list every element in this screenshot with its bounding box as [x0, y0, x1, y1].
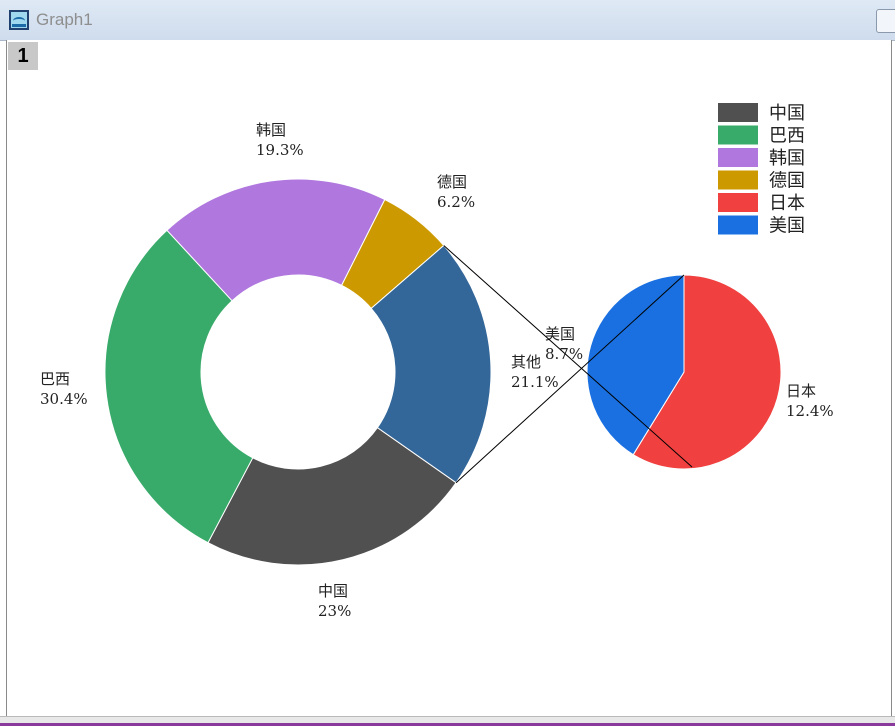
- ring-brazil-label: 巴西 30.4%: [40, 370, 88, 408]
- legend-label-china: 中国: [769, 103, 805, 124]
- legend-label-korea: 韩国: [769, 148, 805, 169]
- ring-germany-label: 德国 6.2%: [437, 173, 475, 211]
- legend-swatch-germany: [718, 170, 758, 190]
- legend-swatch-korea: [718, 148, 758, 167]
- legend-label-japan: 日本: [769, 193, 805, 214]
- pie-chart: 中国 23%巴西 30.4%韩国 19.3%德国 6.2%其他 21.1% 日本 12.4%美…: [40, 103, 834, 620]
- legend-label-germany: 德国: [769, 171, 805, 192]
- legend-label-brazil: 巴西: [769, 126, 805, 147]
- legend-swatch-china: [718, 103, 758, 122]
- ring-china-label: 中国 23%: [318, 582, 351, 620]
- legend-swatch-japan: [718, 193, 758, 212]
- legend-swatch-usa: [718, 215, 758, 235]
- legend-swatch-brazil: [718, 125, 758, 145]
- ring-korea-label: 韩国 19.3%: [256, 121, 304, 159]
- legend-label-usa: 美国: [769, 216, 805, 237]
- detail-japan-label: 日本 12.4%: [786, 382, 834, 420]
- detail-usa-label: 美国 8.7%: [545, 325, 583, 363]
